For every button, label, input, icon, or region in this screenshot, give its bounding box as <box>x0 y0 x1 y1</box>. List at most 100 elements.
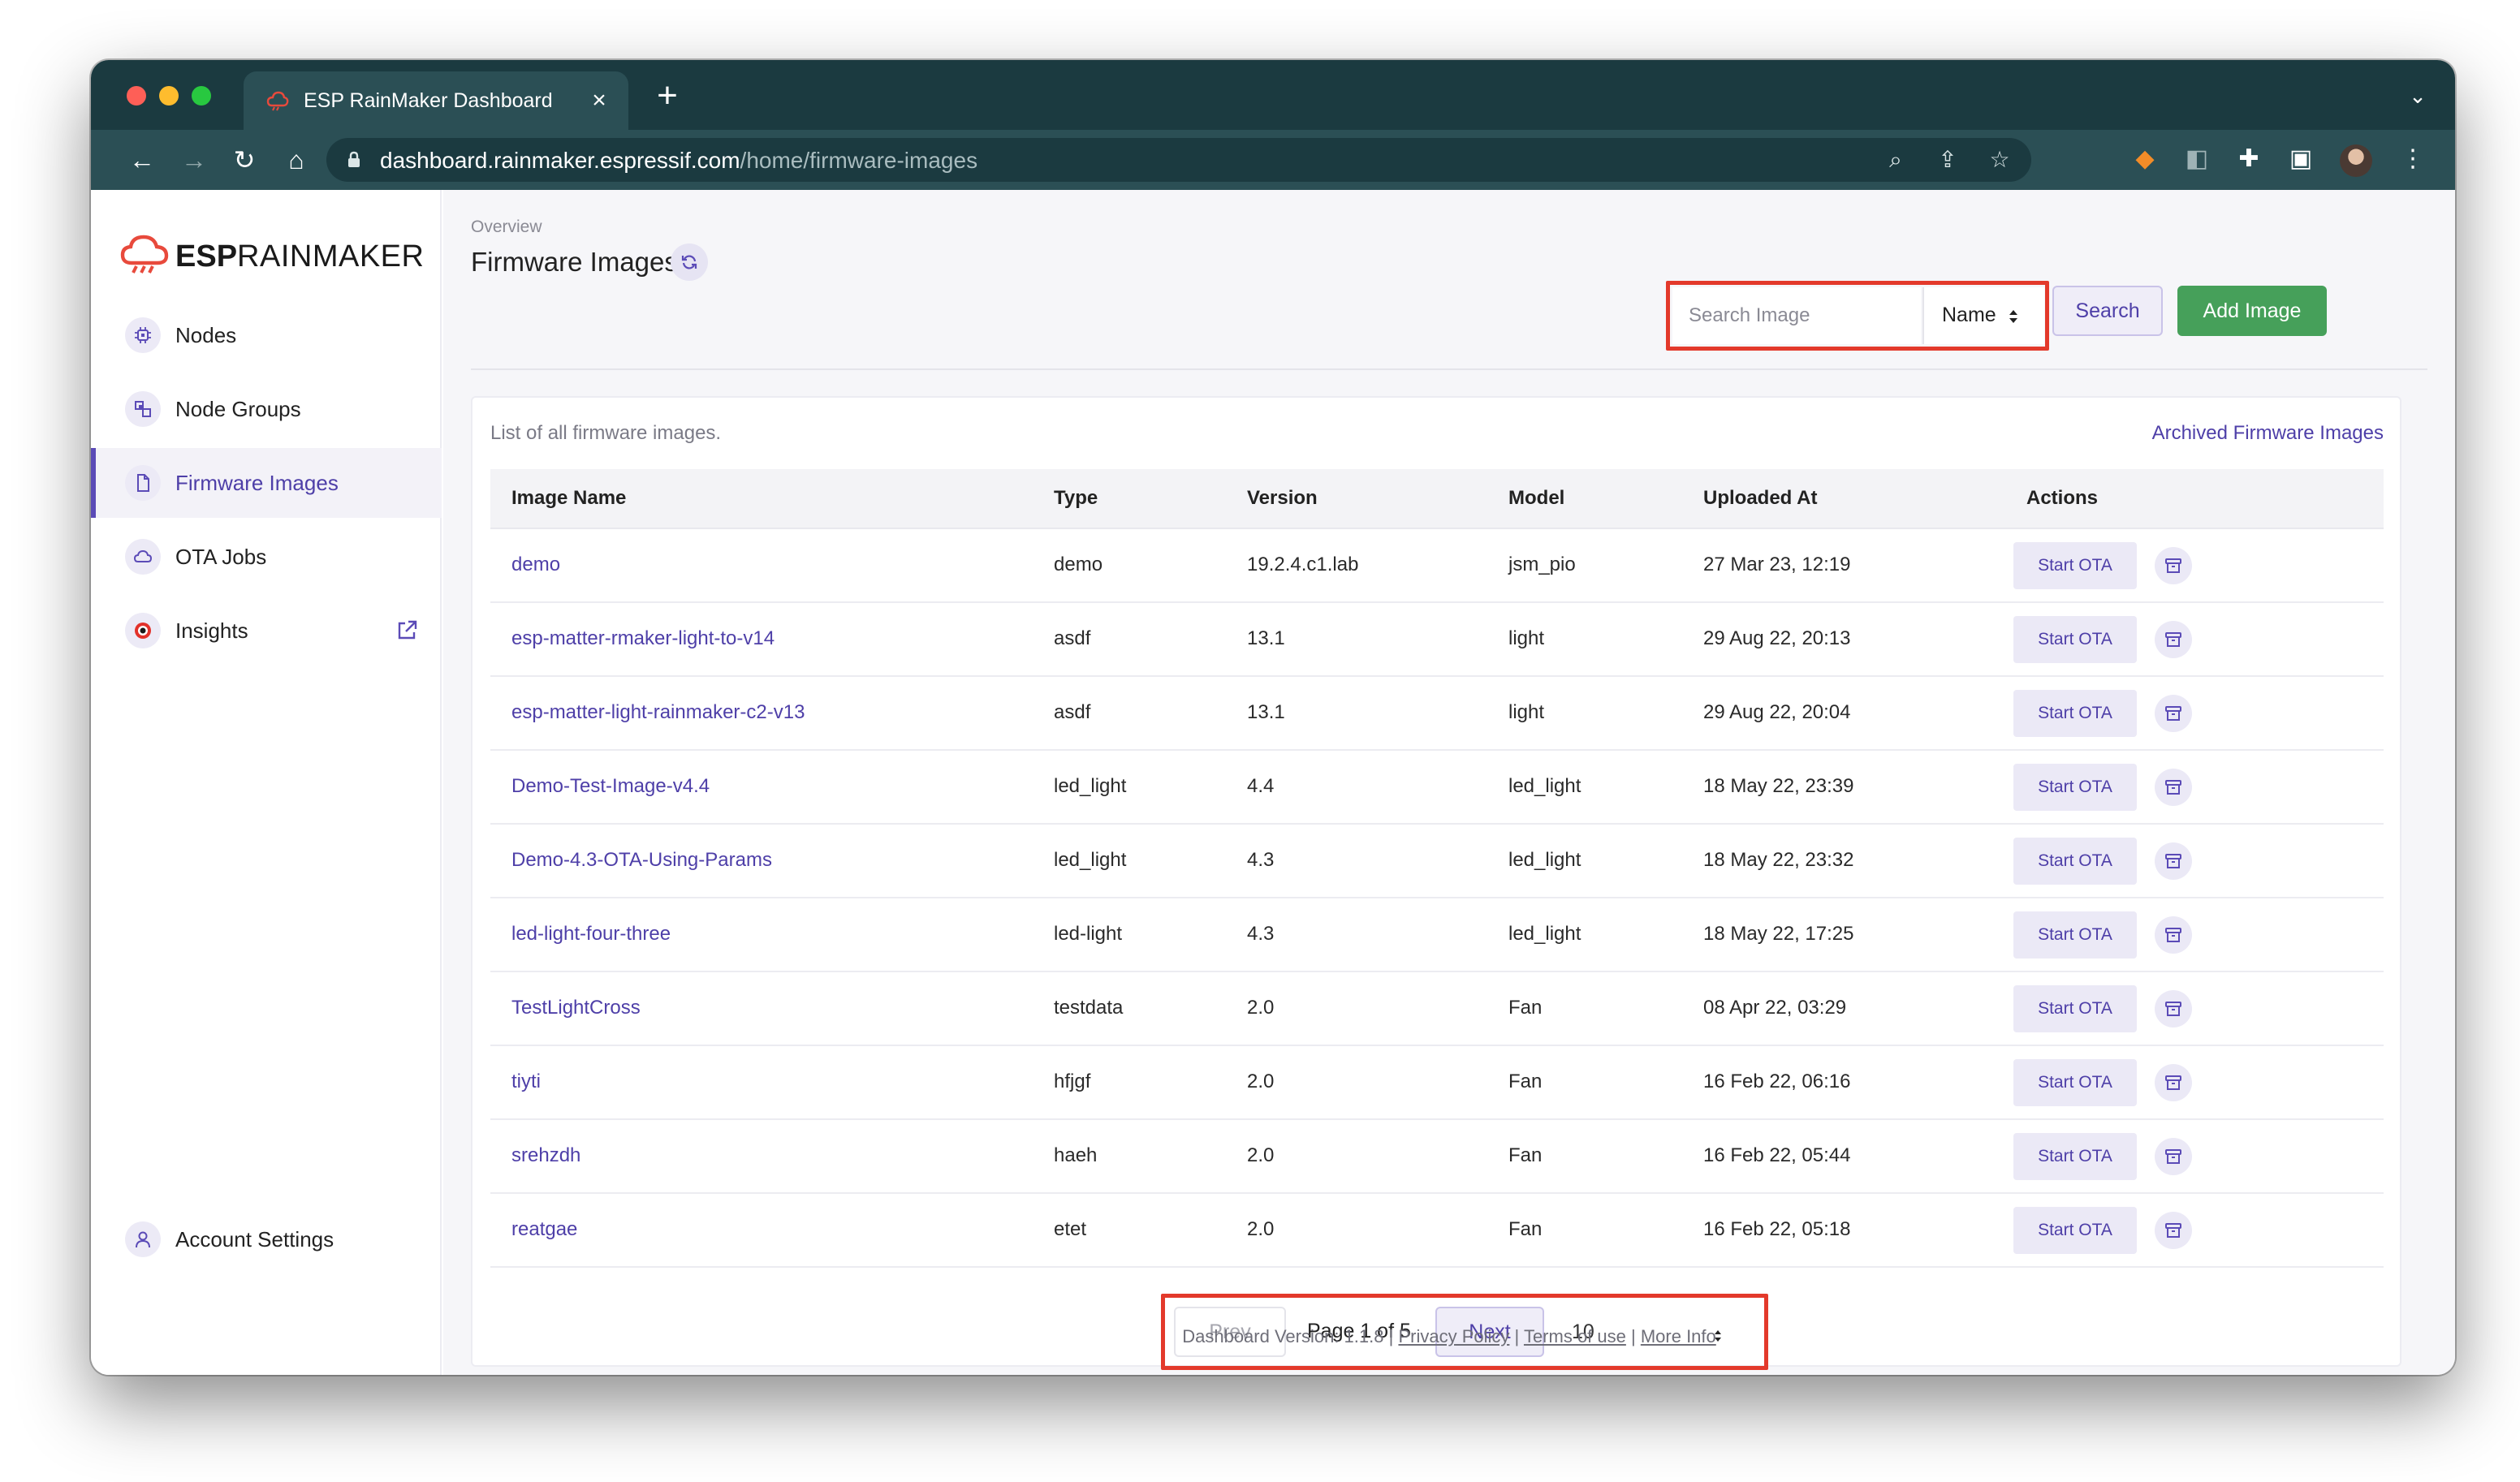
image-name-link[interactable]: led-light-four-three <box>511 923 671 946</box>
cloud-icon <box>125 539 161 575</box>
cell-model: light <box>1508 627 1545 649</box>
forward-arrow-icon[interactable]: → <box>175 141 213 179</box>
sidebar-item-nodes[interactable]: Nodes <box>91 300 442 370</box>
image-name-link[interactable]: esp-matter-light-rainmaker-c2-v13 <box>511 701 805 724</box>
archive-button[interactable] <box>2155 842 2192 880</box>
archive-button[interactable] <box>2155 990 2192 1027</box>
start-ota-button[interactable]: Start OTA <box>2013 616 2137 663</box>
cell-type: etet <box>1054 1218 1087 1240</box>
archive-button[interactable] <box>2155 1138 2192 1175</box>
start-ota-button[interactable]: Start OTA <box>2013 1207 2137 1254</box>
sidebar-item-ota-jobs[interactable]: OTA Jobs <box>91 522 442 592</box>
archive-button[interactable] <box>2155 547 2192 584</box>
maximize-window-button[interactable] <box>192 86 211 106</box>
profile-avatar[interactable] <box>2340 144 2372 177</box>
column-header-type: Type <box>1054 487 1098 509</box>
add-image-button[interactable]: Add Image <box>2177 286 2327 336</box>
cell-uploaded-at: 18 May 22, 23:39 <box>1703 775 1854 797</box>
sidebar-item-label: Node Groups <box>175 397 301 421</box>
start-ota-button[interactable]: Start OTA <box>2013 764 2137 811</box>
archive-button[interactable] <box>2155 695 2192 732</box>
archive-icon <box>2165 1149 2181 1164</box>
archive-button[interactable] <box>2155 1064 2192 1101</box>
zoom-icon[interactable]: ⌕ <box>1882 146 1909 174</box>
archive-icon <box>2165 558 2181 573</box>
account-settings-label: Account Settings <box>175 1227 334 1252</box>
archive-button[interactable] <box>2155 916 2192 954</box>
close-window-button[interactable] <box>127 86 146 106</box>
image-name-link[interactable]: Demo-4.3-OTA-Using-Params <box>511 849 772 872</box>
more-info-link[interactable]: More Info <box>1641 1326 1716 1346</box>
chevron-down-icon[interactable]: ⌄ <box>2403 81 2432 110</box>
privacy-policy-link[interactable]: Privacy Policy <box>1398 1326 1509 1346</box>
start-ota-button[interactable]: Start OTA <box>2013 911 2137 959</box>
account-settings-link[interactable]: Account Settings <box>91 1204 442 1269</box>
rainmaker-favicon-icon <box>266 91 289 111</box>
cell-version: 4.3 <box>1247 923 1275 945</box>
archive-icon <box>2165 928 2181 942</box>
archive-button[interactable] <box>2155 769 2192 806</box>
browser-toolbar: ← → ↻ ⌂ dashboard.rainmaker.espressif.co… <box>91 130 2455 190</box>
image-name-link[interactable]: tiyti <box>511 1071 541 1093</box>
image-name-link[interactable]: srehzdh <box>511 1144 580 1167</box>
column-header-actions: Actions <box>2026 487 2099 509</box>
esp-rainmaker-logo[interactable]: ESPRAINMAKER <box>120 230 424 279</box>
cell-version: 4.4 <box>1247 775 1275 797</box>
sidepanel-icon[interactable]: ▣ <box>2283 141 2319 177</box>
start-ota-button[interactable]: Start OTA <box>2013 690 2137 737</box>
sidebar-item-node-groups[interactable]: Node Groups <box>91 374 442 444</box>
table-row: led-light-four-three led-light 4.3 led_ligh… <box>490 898 2384 972</box>
terms-of-use-link[interactable]: Terms of use <box>1524 1326 1626 1346</box>
sidebar-item-firmware-images[interactable]: Firmware Images <box>91 448 442 518</box>
start-ota-button[interactable]: Start OTA <box>2013 838 2137 885</box>
fox-extension-icon[interactable]: ◆ <box>2127 141 2163 177</box>
tab-close-icon[interactable]: × <box>585 86 614 115</box>
cell-uploaded-at: 16 Feb 22, 05:18 <box>1703 1218 1851 1240</box>
address-bar[interactable]: dashboard.rainmaker.espressif.com/home/f… <box>326 138 2031 182</box>
archive-icon <box>2165 706 2181 721</box>
image-name-link[interactable]: Demo-Test-Image-v4.4 <box>511 775 710 798</box>
breadcrumb[interactable]: Overview <box>471 218 542 237</box>
puzzle-extensions-icon[interactable]: ✚ <box>2231 141 2267 177</box>
start-ota-button[interactable]: Start OTA <box>2013 985 2137 1032</box>
archive-icon <box>2165 854 2181 868</box>
image-name-link[interactable]: TestLightCross <box>511 997 641 1019</box>
reload-icon[interactable]: ↻ <box>226 141 263 179</box>
home-icon[interactable]: ⌂ <box>278 141 315 179</box>
browser-tab[interactable]: ESP RainMaker Dashboard × <box>244 71 628 130</box>
minimize-window-button[interactable] <box>159 86 179 106</box>
rainmaker-logo-icon <box>120 235 169 274</box>
archived-firmware-images-link[interactable]: Archived Firmware Images <box>2152 422 2384 445</box>
lock-icon <box>348 151 360 167</box>
sidebar-item-label: Firmware Images <box>175 471 339 495</box>
image-name-link[interactable]: reatgae <box>511 1218 577 1241</box>
refresh-icon <box>681 255 697 269</box>
logo-wordmark: ESPRAINMAKER <box>175 239 425 274</box>
header-divider <box>471 368 2427 370</box>
table-row: tiyti hfjgf 2.0 Fan 16 Feb 22, 06:16 Start OT… <box>490 1046 2384 1120</box>
external-link-icon[interactable] <box>395 618 419 643</box>
refresh-button[interactable] <box>671 243 708 281</box>
main-content: Overview Firmware Images Name Search Add <box>443 190 2455 1375</box>
cell-model: jsm_pio <box>1508 554 1576 575</box>
table-row: TestLightCross testdata 2.0 Fan 08 Apr 22, 0… <box>490 972 2384 1046</box>
start-ota-button[interactable]: Start OTA <box>2013 542 2137 589</box>
more-menu-icon[interactable]: ⋮ <box>2395 141 2431 177</box>
new-tab-button[interactable]: + <box>651 78 684 114</box>
search-button[interactable]: Search <box>2052 286 2163 336</box>
archive-icon <box>2165 632 2181 647</box>
back-arrow-icon[interactable]: ← <box>123 141 161 179</box>
image-name-link[interactable]: demo <box>511 554 560 576</box>
archive-button[interactable] <box>2155 621 2192 658</box>
archive-icon <box>2165 1002 2181 1016</box>
start-ota-button[interactable]: Start OTA <box>2013 1059 2137 1106</box>
archive-button[interactable] <box>2155 1212 2192 1249</box>
sidebar: ESPRAINMAKER Nodes Node Groups Firmware … <box>91 190 442 1375</box>
bookmark-star-icon[interactable]: ☆ <box>1986 146 2013 174</box>
sidebar-item-insights[interactable]: Insights <box>91 596 442 666</box>
image-name-link[interactable]: esp-matter-rmaker-light-to-v14 <box>511 627 775 650</box>
code-extension-icon[interactable]: ◧ <box>2179 141 2215 177</box>
share-icon[interactable]: ⇪ <box>1934 146 1961 174</box>
start-ota-button[interactable]: Start OTA <box>2013 1133 2137 1180</box>
table-row: Demo-4.3-OTA-Using-Params led_light 4.3 led… <box>490 825 2384 898</box>
